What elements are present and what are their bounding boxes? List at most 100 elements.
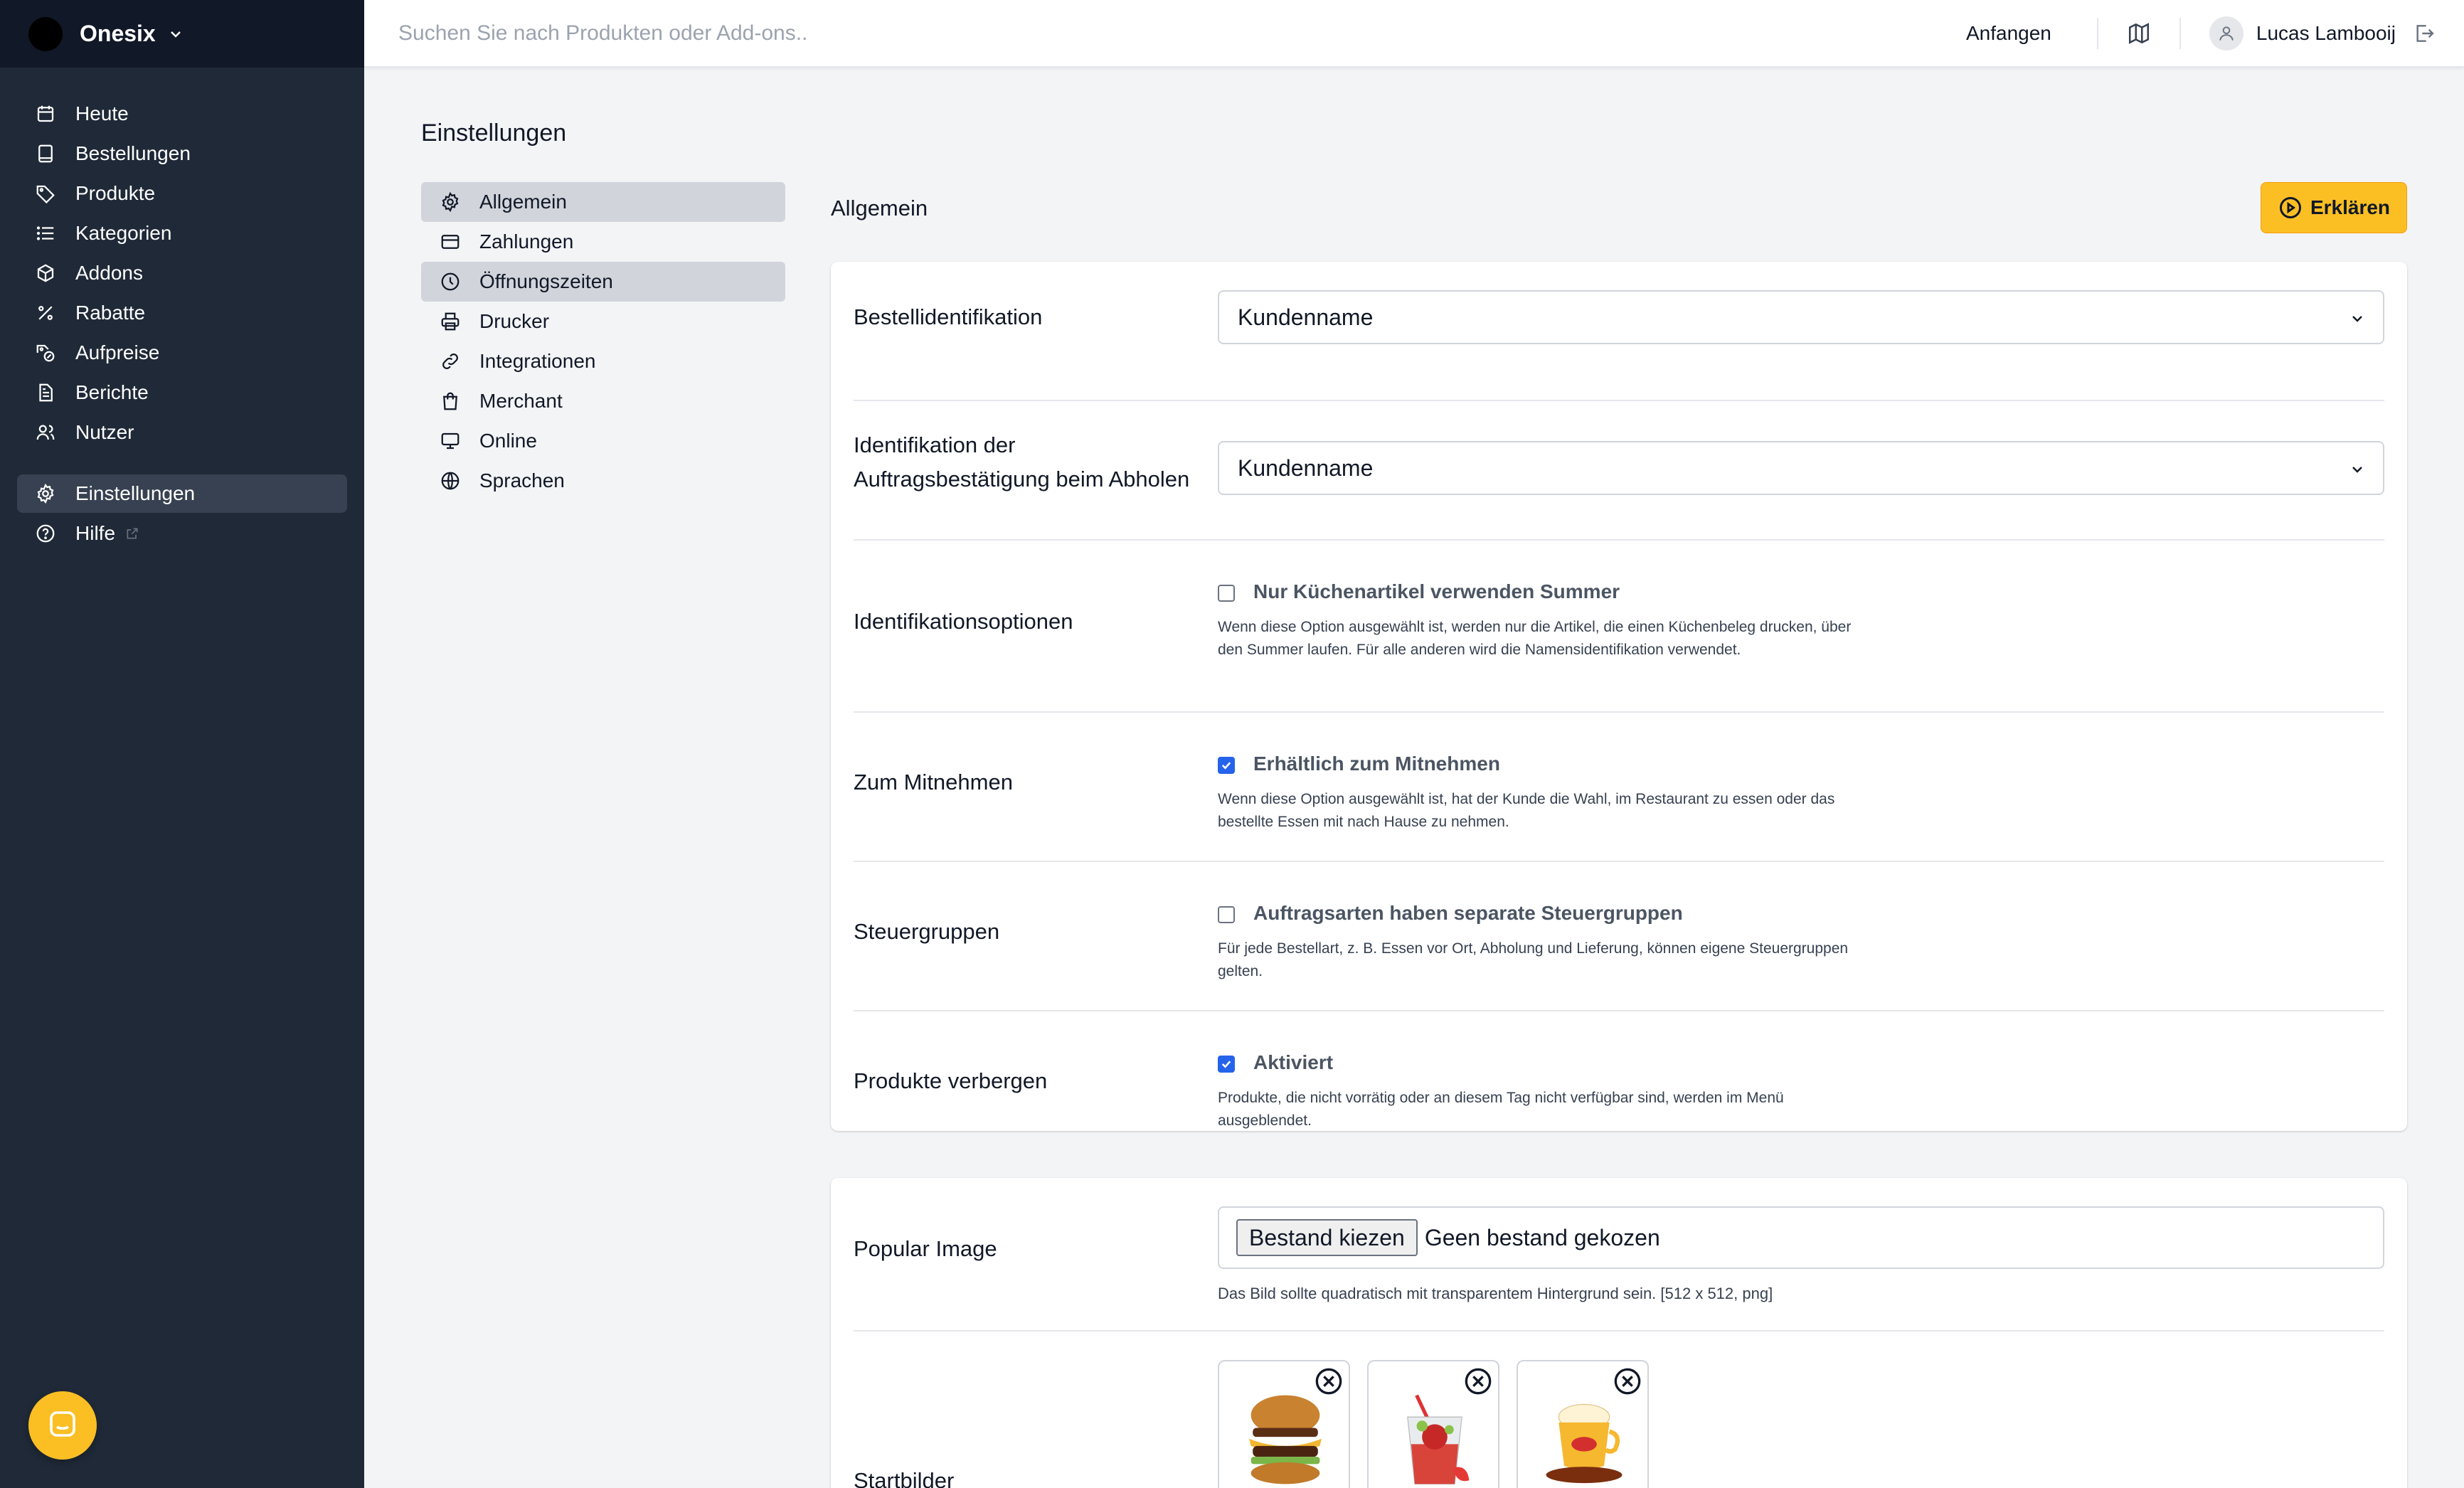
tab-label: Integrationen bbox=[479, 350, 596, 372]
list-icon bbox=[34, 222, 57, 245]
popular-image-label: Popular Image bbox=[854, 1236, 997, 1261]
id-options-row: Identifikationsoptionen Nur Küchenartike… bbox=[854, 541, 2384, 713]
order-id-label: Bestellidentifikation bbox=[854, 304, 1043, 329]
divider bbox=[2096, 17, 2098, 49]
pickup-id-select[interactable]: Kundenname bbox=[1218, 441, 2384, 495]
popular-image-file-input[interactable]: Bestand kiezen Geen bestand gekozen bbox=[1218, 1206, 2384, 1269]
sidebar-item-label: Rabatte bbox=[75, 302, 146, 324]
settings-nav: Allgemein Zahlungen Öffnungszeiten Druck… bbox=[421, 182, 785, 501]
id-options-label: Identifikationsoptionen bbox=[854, 609, 1073, 634]
hide-products-checkbox-label[interactable]: Aktiviert bbox=[1253, 1051, 1333, 1074]
brand-switcher[interactable]: Onesix bbox=[0, 0, 364, 68]
users-icon bbox=[34, 421, 57, 444]
takeaway-checkbox-label[interactable]: Erhältlich zum Mitnehmen bbox=[1253, 753, 1500, 775]
tab-allgemein[interactable]: Allgemein bbox=[421, 182, 785, 222]
choose-file-button[interactable]: Bestand kiezen bbox=[1236, 1219, 1418, 1256]
start-link[interactable]: Anfangen bbox=[1966, 22, 2051, 45]
nav-divider bbox=[17, 453, 347, 474]
sidebar-item-bestellungen[interactable]: Bestellungen bbox=[17, 134, 347, 173]
takeaway-row: Zum Mitnehmen Erhältlich zum Mitnehmen W… bbox=[854, 713, 2384, 862]
sidebar-item-produkte[interactable]: Produkte bbox=[17, 174, 347, 213]
pickup-id-label-line2: Auftragsbestätigung beim Abholen bbox=[854, 467, 1190, 491]
sidebar-item-heute[interactable]: Heute bbox=[17, 95, 347, 133]
sidebar-item-kategorien[interactable]: Kategorien bbox=[17, 214, 347, 253]
cube-icon bbox=[34, 262, 57, 285]
start-images-list bbox=[1218, 1360, 1666, 1488]
tax-groups-description: Für jede Bestellart, z. B. Essen vor Ort… bbox=[1218, 940, 1849, 979]
hide-products-description: Produkte, die nicht vorrätig oder an die… bbox=[1218, 1090, 1784, 1129]
explain-button-label: Erklären bbox=[2310, 196, 2391, 218]
start-images-label: Startbilder bbox=[854, 1468, 955, 1488]
book-icon bbox=[34, 142, 57, 165]
hide-products-checkbox[interactable] bbox=[1218, 1056, 1235, 1073]
tax-groups-checkbox-label[interactable]: Auftragsarten haben separate Steuergrupp… bbox=[1253, 902, 1683, 925]
user-name[interactable]: Lucas Lambooij bbox=[2256, 22, 2396, 45]
sidebar-item-aufpreise[interactable]: Aufpreise bbox=[17, 334, 347, 372]
tax-groups-label: Steuergruppen bbox=[854, 919, 1000, 944]
tab-label: Allgemein bbox=[479, 191, 567, 213]
sidebar-item-label: Berichte bbox=[75, 381, 149, 403]
avatar[interactable] bbox=[2209, 16, 2243, 51]
tab-drucker[interactable]: Drucker bbox=[421, 302, 785, 341]
drink-image bbox=[1407, 1394, 1470, 1484]
sidebar-item-nutzer[interactable]: Nutzer bbox=[17, 413, 347, 452]
sidebar-item-einstellungen[interactable]: Einstellungen bbox=[17, 474, 347, 513]
tab-merchant[interactable]: Merchant bbox=[421, 381, 785, 421]
topbar: Anfangen Lucas Lambooij bbox=[364, 0, 2464, 68]
order-id-select[interactable]: Kundenname bbox=[1218, 290, 2384, 344]
sidebar-item-label: Einstellungen bbox=[75, 482, 196, 504]
select-value: Kundenname bbox=[1238, 455, 1374, 481]
sidebar-item-hilfe[interactable]: Hilfe bbox=[17, 514, 347, 553]
map-icon[interactable] bbox=[2127, 21, 2151, 46]
popular-image-row: Popular Image Bestand kiezen Geen bestan… bbox=[854, 1178, 2384, 1332]
sidebar-item-label: Aufpreise bbox=[75, 341, 160, 363]
section-title: Allgemein bbox=[831, 196, 928, 220]
sidebar-item-label: Hilfe bbox=[75, 522, 116, 544]
remove-image-icon[interactable] bbox=[1613, 1367, 1642, 1396]
pickup-id-label-line1: Identifikation der bbox=[854, 432, 1016, 457]
tab-label: Zahlungen bbox=[479, 230, 574, 253]
start-image-cocoa[interactable] bbox=[1517, 1360, 1649, 1488]
tab-sprachen[interactable]: Sprachen bbox=[421, 461, 785, 501]
tax-groups-checkbox[interactable] bbox=[1218, 906, 1235, 923]
pickup-id-row: Identifikation der Auftragsbestätigung b… bbox=[854, 401, 2384, 541]
search-input[interactable] bbox=[364, 0, 1966, 67]
takeaway-checkbox[interactable] bbox=[1218, 757, 1235, 774]
shopping-bag-icon bbox=[438, 389, 462, 413]
logout-icon[interactable] bbox=[2413, 22, 2436, 45]
receipt-tax-icon bbox=[34, 341, 57, 364]
takeaway-description: Wenn diese Option ausgewählt ist, hat de… bbox=[1218, 791, 1835, 830]
printer-icon bbox=[438, 309, 462, 334]
link-icon bbox=[438, 349, 462, 373]
brand-name: Onesix bbox=[80, 21, 156, 46]
chevron-down-icon bbox=[167, 26, 184, 43]
kitchen-summer-description: Wenn diese Option ausgewählt ist, werden… bbox=[1218, 619, 1852, 658]
start-image-drink[interactable] bbox=[1367, 1360, 1499, 1488]
chevron-down-icon bbox=[2349, 461, 2366, 478]
tax-groups-row: Steuergruppen Auftragsarten haben separa… bbox=[854, 862, 2384, 1011]
globe-icon bbox=[438, 469, 462, 493]
remove-image-icon[interactable] bbox=[1464, 1367, 1492, 1396]
tab-oeffnungszeiten[interactable]: Öffnungszeiten bbox=[421, 262, 785, 302]
sidebar-item-label: Bestellungen bbox=[75, 142, 191, 164]
sidebar-item-label: Nutzer bbox=[75, 421, 134, 443]
tab-label: Online bbox=[479, 430, 537, 452]
cocoa-cup-image bbox=[1546, 1403, 1623, 1484]
sidebar-item-rabatte[interactable]: Rabatte bbox=[17, 294, 347, 332]
sidebar-item-addons[interactable]: Addons bbox=[17, 254, 347, 292]
remove-image-icon[interactable] bbox=[1315, 1367, 1343, 1396]
tab-online[interactable]: Online bbox=[421, 421, 785, 461]
sidebar-item-berichte[interactable]: Berichte bbox=[17, 373, 347, 412]
explain-button[interactable]: Erklären bbox=[2261, 182, 2407, 233]
tab-zahlungen[interactable]: Zahlungen bbox=[421, 222, 785, 262]
kitchen-summer-checkbox[interactable] bbox=[1218, 585, 1235, 602]
percent-icon bbox=[34, 302, 57, 324]
tab-integrationen[interactable]: Integrationen bbox=[421, 341, 785, 381]
kitchen-summer-label[interactable]: Nur Küchenartikel verwenden Summer bbox=[1253, 580, 1620, 603]
start-images-row: Startbilder bbox=[854, 1332, 2384, 1488]
credit-card-icon bbox=[438, 230, 462, 254]
play-circle-icon bbox=[2279, 197, 2301, 218]
tab-label: Öffnungszeiten bbox=[479, 270, 613, 292]
start-image-burger[interactable] bbox=[1218, 1360, 1350, 1488]
chat-launcher-button[interactable] bbox=[28, 1391, 97, 1460]
